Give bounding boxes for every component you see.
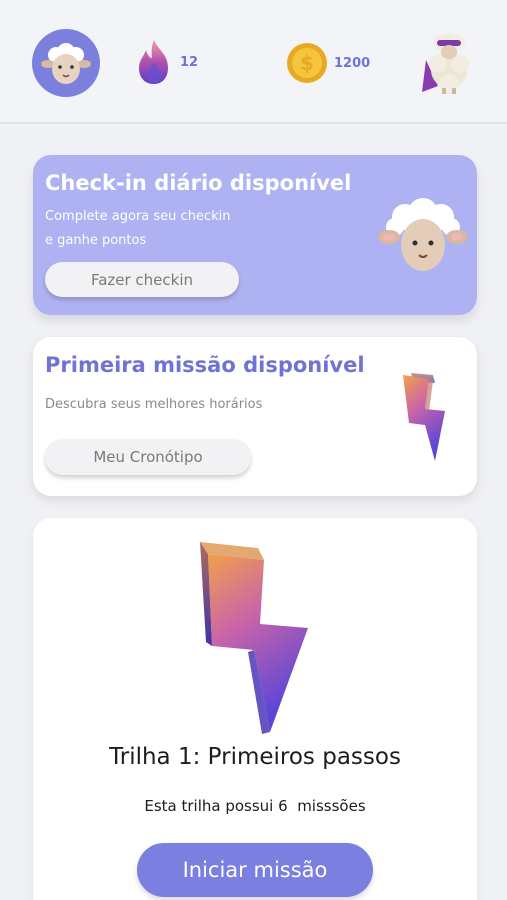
- sheep-mascot-icon: [378, 198, 468, 271]
- checkin-title: Check-in diário disponível: [45, 171, 352, 195]
- profile-avatar-button[interactable]: [32, 29, 100, 97]
- mission-title: Primeira missão disponível: [45, 353, 365, 377]
- lightning-bolt-large-icon: [200, 542, 308, 734]
- start-mission-button[interactable]: Iniciar missão: [137, 843, 373, 897]
- trail-subtitle: Esta trilha possui 6 misssões: [144, 797, 366, 815]
- streak-value: 12: [180, 54, 199, 70]
- coins-counter: $ 1200: [286, 42, 370, 84]
- chronotype-button[interactable]: Meu Cronótipo: [45, 439, 251, 475]
- coins-value: 1200: [334, 55, 371, 71]
- checkin-description-line2: e ganhe pontos: [45, 233, 147, 248]
- daily-checkin-card: Check-in diário disponível Complete agor…: [33, 155, 477, 315]
- streak-counter: 12: [134, 38, 198, 86]
- sheep-avatar-icon: [41, 43, 91, 84]
- mission-subtitle: Descubra seus melhores horários: [45, 397, 263, 412]
- coin-icon: $: [287, 43, 327, 83]
- checkin-description: Complete agora seu checkin e ganhe ponto…: [45, 205, 305, 253]
- checkin-description-line1: Complete agora seu checkin: [45, 209, 231, 224]
- hero-sheep-icon[interactable]: [420, 30, 478, 96]
- lightning-bolt-icon: [403, 373, 445, 461]
- first-mission-card: Primeira missão disponível Descubra seus…: [33, 337, 477, 496]
- svg-text:$: $: [300, 51, 314, 75]
- trail-title: Trilha 1: Primeiros passos: [109, 744, 401, 770]
- checkin-button[interactable]: Fazer checkin: [45, 262, 239, 297]
- flame-icon: [139, 40, 168, 84]
- top-bar: 12 $ 1200: [0, 0, 507, 124]
- trail-card: Trilha 1: Primeiros passos Esta trilha p…: [33, 518, 477, 900]
